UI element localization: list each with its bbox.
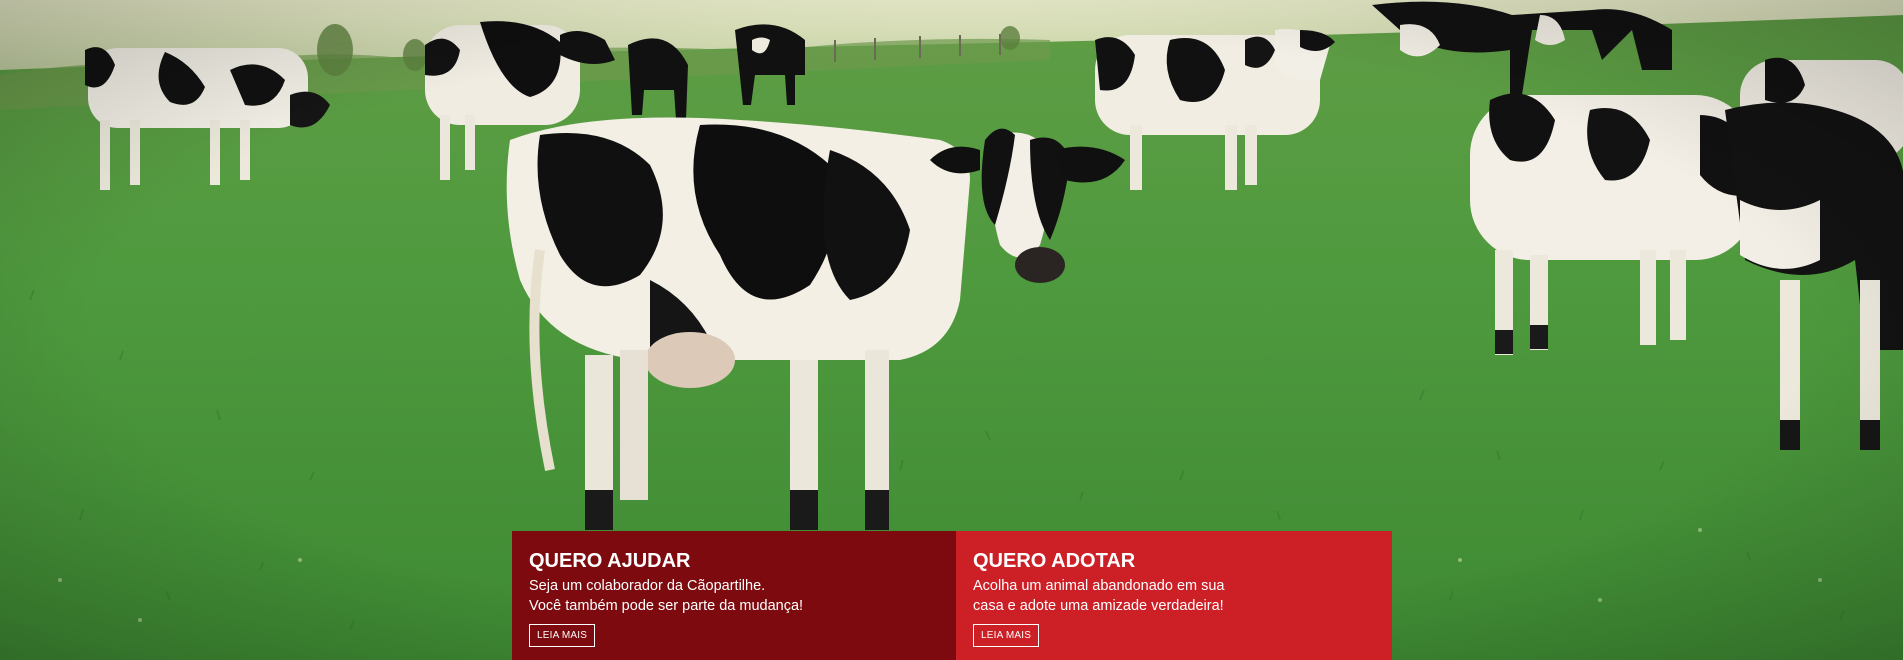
cta-help-title: QUERO AJUDAR [529,550,691,572]
cta-adopt-line1: Acolha um animal abandonado em sua [973,578,1225,594]
cta-adopt-read-more-button[interactable]: LEIA MAIS [973,624,1040,647]
cta-bar: QUERO AJUDAR Seja um colaborador da Cãop… [512,531,1392,660]
cta-adopt-title: QUERO ADOTAR [973,550,1136,572]
cta-help-line2: Você também pode ser parte da mudança! [529,597,804,614]
cta-panel-help: QUERO AJUDAR Seja um colaborador da Cãop… [512,531,956,660]
cta-adopt-description: Acolha um animal abandonado em sua casa … [973,577,1375,616]
cta-help-description: Seja um colaborador da Cãopartilhe. Você… [529,577,939,616]
hero-banner: QUERO AJUDAR Seja um colaborador da Cãop… [0,0,1903,660]
cta-adopt-line2: casa e adote uma amizade verdadeira! [973,597,1224,614]
cta-help-read-more-button[interactable]: LEIA MAIS [529,624,596,647]
cta-help-line1: Seja um colaborador da Cãopartilhe. [529,578,766,594]
cta-panel-adopt: QUERO ADOTAR Acolha um animal abandonado… [956,531,1392,660]
